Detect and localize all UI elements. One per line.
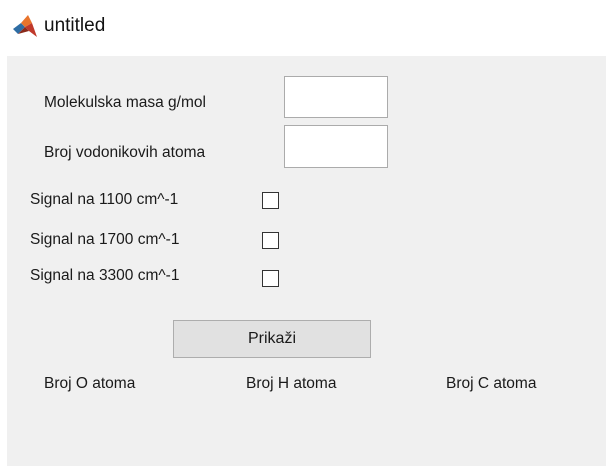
hydrogen-count-label: Broj vodonikovih atoma	[44, 144, 206, 161]
signal-3300-checkbox[interactable]	[262, 270, 279, 287]
oxygen-count-label: Broj O atoma	[44, 375, 136, 392]
matlab-icon	[13, 15, 37, 37]
signal-1100-label: Signal na 1100 cm^-1	[30, 191, 179, 208]
window-title: untitled	[44, 15, 106, 36]
signal-1700-checkbox[interactable]	[262, 232, 279, 249]
hydrogen-result-label: Broj H atoma	[246, 375, 337, 392]
signal-3300-label: Signal na 3300 cm^-1	[30, 267, 180, 284]
signal-1700-label: Signal na 1700 cm^-1	[30, 231, 180, 248]
molar-mass-input[interactable]	[284, 76, 388, 118]
title-bar: untitled	[0, 0, 613, 56]
figure-panel: Molekulska masa g/mol Broj vodonikovih a…	[7, 56, 606, 466]
show-button[interactable]: Prikaži	[173, 320, 371, 358]
molar-mass-label: Molekulska masa g/mol	[44, 94, 206, 111]
carbon-count-label: Broj C atoma	[446, 375, 537, 392]
signal-1100-checkbox[interactable]	[262, 192, 279, 209]
hydrogen-count-input[interactable]	[284, 125, 388, 168]
